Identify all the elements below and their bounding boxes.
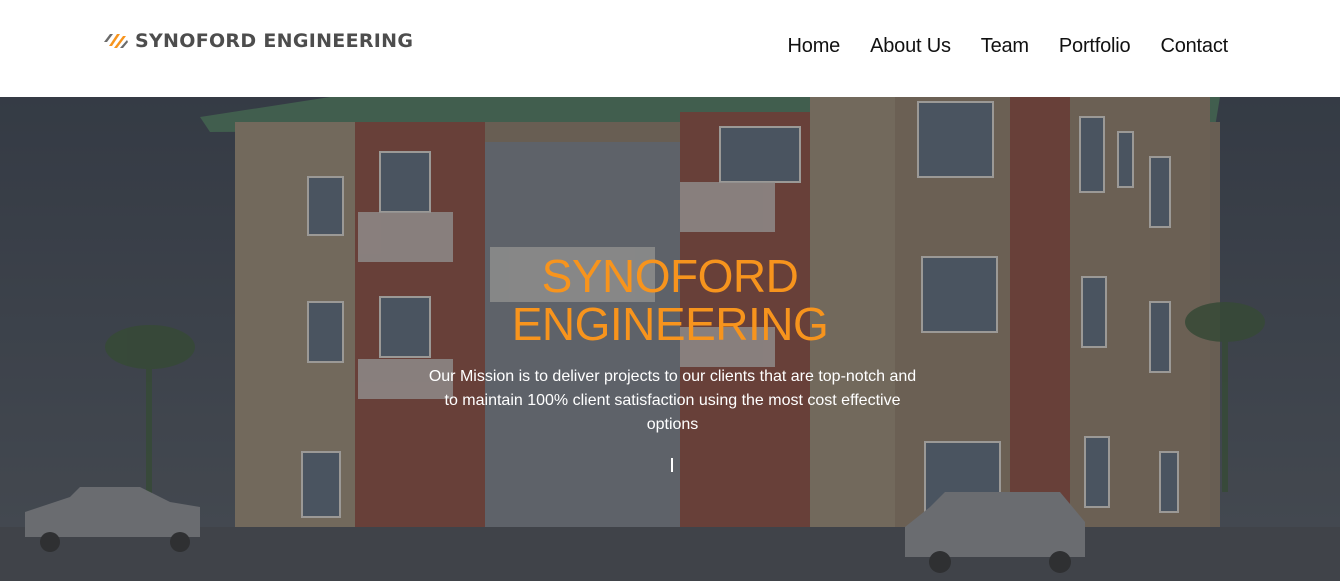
logo[interactable]: SYNOFORD ENGINEERING <box>103 28 413 54</box>
scroll-indicator[interactable] <box>671 458 673 472</box>
hero-title-line-1: SYNOFORD <box>541 250 799 302</box>
logo-text: SYNOFORD ENGINEERING <box>135 30 414 52</box>
hero-section: SYNOFORD ENGINEERING Our Mission is to d… <box>0 97 1340 581</box>
stripes-logo-icon <box>104 34 128 48</box>
hero-content: SYNOFORD ENGINEERING Our Mission is to d… <box>0 97 1340 581</box>
nav-contact[interactable]: Contact <box>1160 35 1228 58</box>
nav-team[interactable]: Team <box>981 35 1029 58</box>
main-nav: Home About Us Team Portfolio Contact <box>788 35 1229 58</box>
mission-statement: Our Mission is to deliver projects to ou… <box>428 368 917 433</box>
nav-about-us[interactable]: About Us <box>870 35 951 58</box>
site-header: SYNOFORD ENGINEERING Home About Us Team … <box>0 0 1340 97</box>
nav-home[interactable]: Home <box>788 35 841 58</box>
hero-title-line-2: ENGINEERING <box>511 298 829 350</box>
nav-portfolio[interactable]: Portfolio <box>1059 35 1131 58</box>
